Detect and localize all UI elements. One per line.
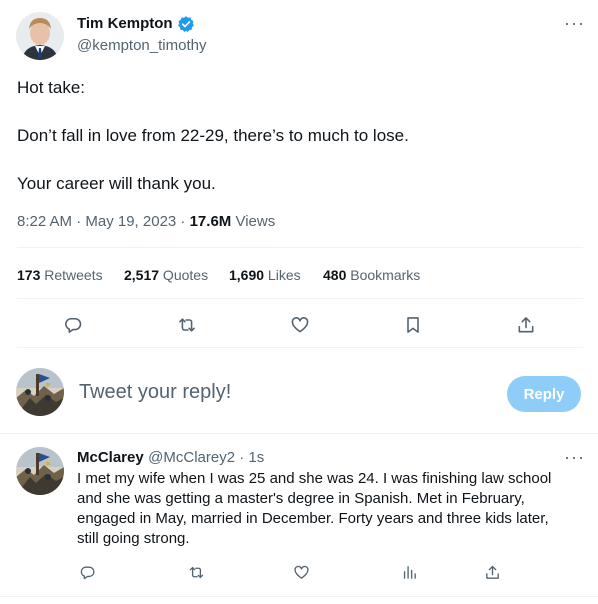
likes-count: 1,690: [229, 267, 265, 283]
verified-badge-icon: [177, 15, 195, 33]
user-avatar[interactable]: [16, 368, 64, 416]
reply-like-icon[interactable]: [290, 561, 312, 583]
quotes-stat[interactable]: 2,517 Quotes: [124, 267, 208, 283]
bookmark-icon[interactable]: [402, 314, 424, 336]
reply-input[interactable]: Tweet your reply!: [79, 381, 231, 404]
share-icon[interactable]: [515, 314, 537, 336]
bookmarks-stat[interactable]: 480 Bookmarks: [323, 267, 420, 283]
reply-author-avatar[interactable]: [16, 447, 64, 495]
reply-button[interactable]: Reply: [507, 376, 581, 412]
reply-icon[interactable]: [62, 314, 84, 336]
reply-author-name[interactable]: McClarey: [77, 449, 144, 466]
retweets-stat[interactable]: 173 Retweets: [17, 267, 103, 283]
reply-views-icon[interactable]: [398, 561, 420, 583]
likes-stat[interactable]: 1,690 Likes: [229, 267, 301, 283]
like-icon[interactable]: [289, 314, 311, 336]
tweet-text: Hot take: Don’t fall in love from 22-29,…: [17, 76, 577, 196]
retweets-label: Retweets: [40, 267, 103, 283]
quotes-label: Quotes: [159, 267, 209, 283]
author-avatar[interactable]: [16, 12, 64, 60]
divider: [17, 298, 583, 299]
bookmarks-count: 480: [323, 267, 347, 283]
retweets-count: 173: [17, 267, 41, 283]
reply-line: and she was getting a master's degree in…: [77, 490, 525, 507]
tweet-line: Hot take:: [17, 78, 86, 97]
reply-header: McClarey @McClarey2 · 1s: [77, 449, 264, 467]
reply-reply-icon[interactable]: [76, 561, 98, 583]
reply-more-options-icon[interactable]: ···: [564, 448, 585, 466]
reply-text: I met my wife when I was 25 and she was …: [77, 469, 577, 549]
views-count: 17.6M: [189, 213, 232, 230]
tweet-line: Don’t fall in love from 22-29, there’s t…: [17, 126, 409, 145]
tweet-timestamp[interactable]: 8:22 AM · May 19, 2023 ·: [17, 213, 190, 230]
divider: [17, 347, 583, 348]
divider: [17, 247, 583, 248]
retweet-icon[interactable]: [176, 314, 198, 336]
author-handle[interactable]: @kempton_timothy: [77, 37, 206, 54]
tweet-line: Your career will thank you.: [17, 174, 216, 193]
views-label: Views: [231, 213, 276, 230]
more-options-icon[interactable]: ···: [564, 14, 585, 32]
reply-retweet-icon[interactable]: [185, 561, 207, 583]
reply-author-handle[interactable]: @McClarey2 · 1s: [148, 449, 264, 466]
author-name[interactable]: Tim Kempton: [77, 15, 173, 32]
reply-line: engaged in May, married in December. For…: [77, 510, 549, 527]
bookmarks-label: Bookmarks: [346, 267, 421, 283]
quotes-count: 2,517: [124, 267, 160, 283]
reply-line: I met my wife when I was 25 and she was …: [77, 470, 552, 487]
reply-share-icon[interactable]: [481, 561, 503, 583]
divider: [0, 596, 598, 597]
likes-label: Likes: [264, 267, 301, 283]
divider: [0, 433, 598, 434]
reply-line: still going strong.: [77, 530, 190, 547]
tweet-meta: 8:22 AM · May 19, 2023 · 17.6M Views: [17, 213, 275, 230]
